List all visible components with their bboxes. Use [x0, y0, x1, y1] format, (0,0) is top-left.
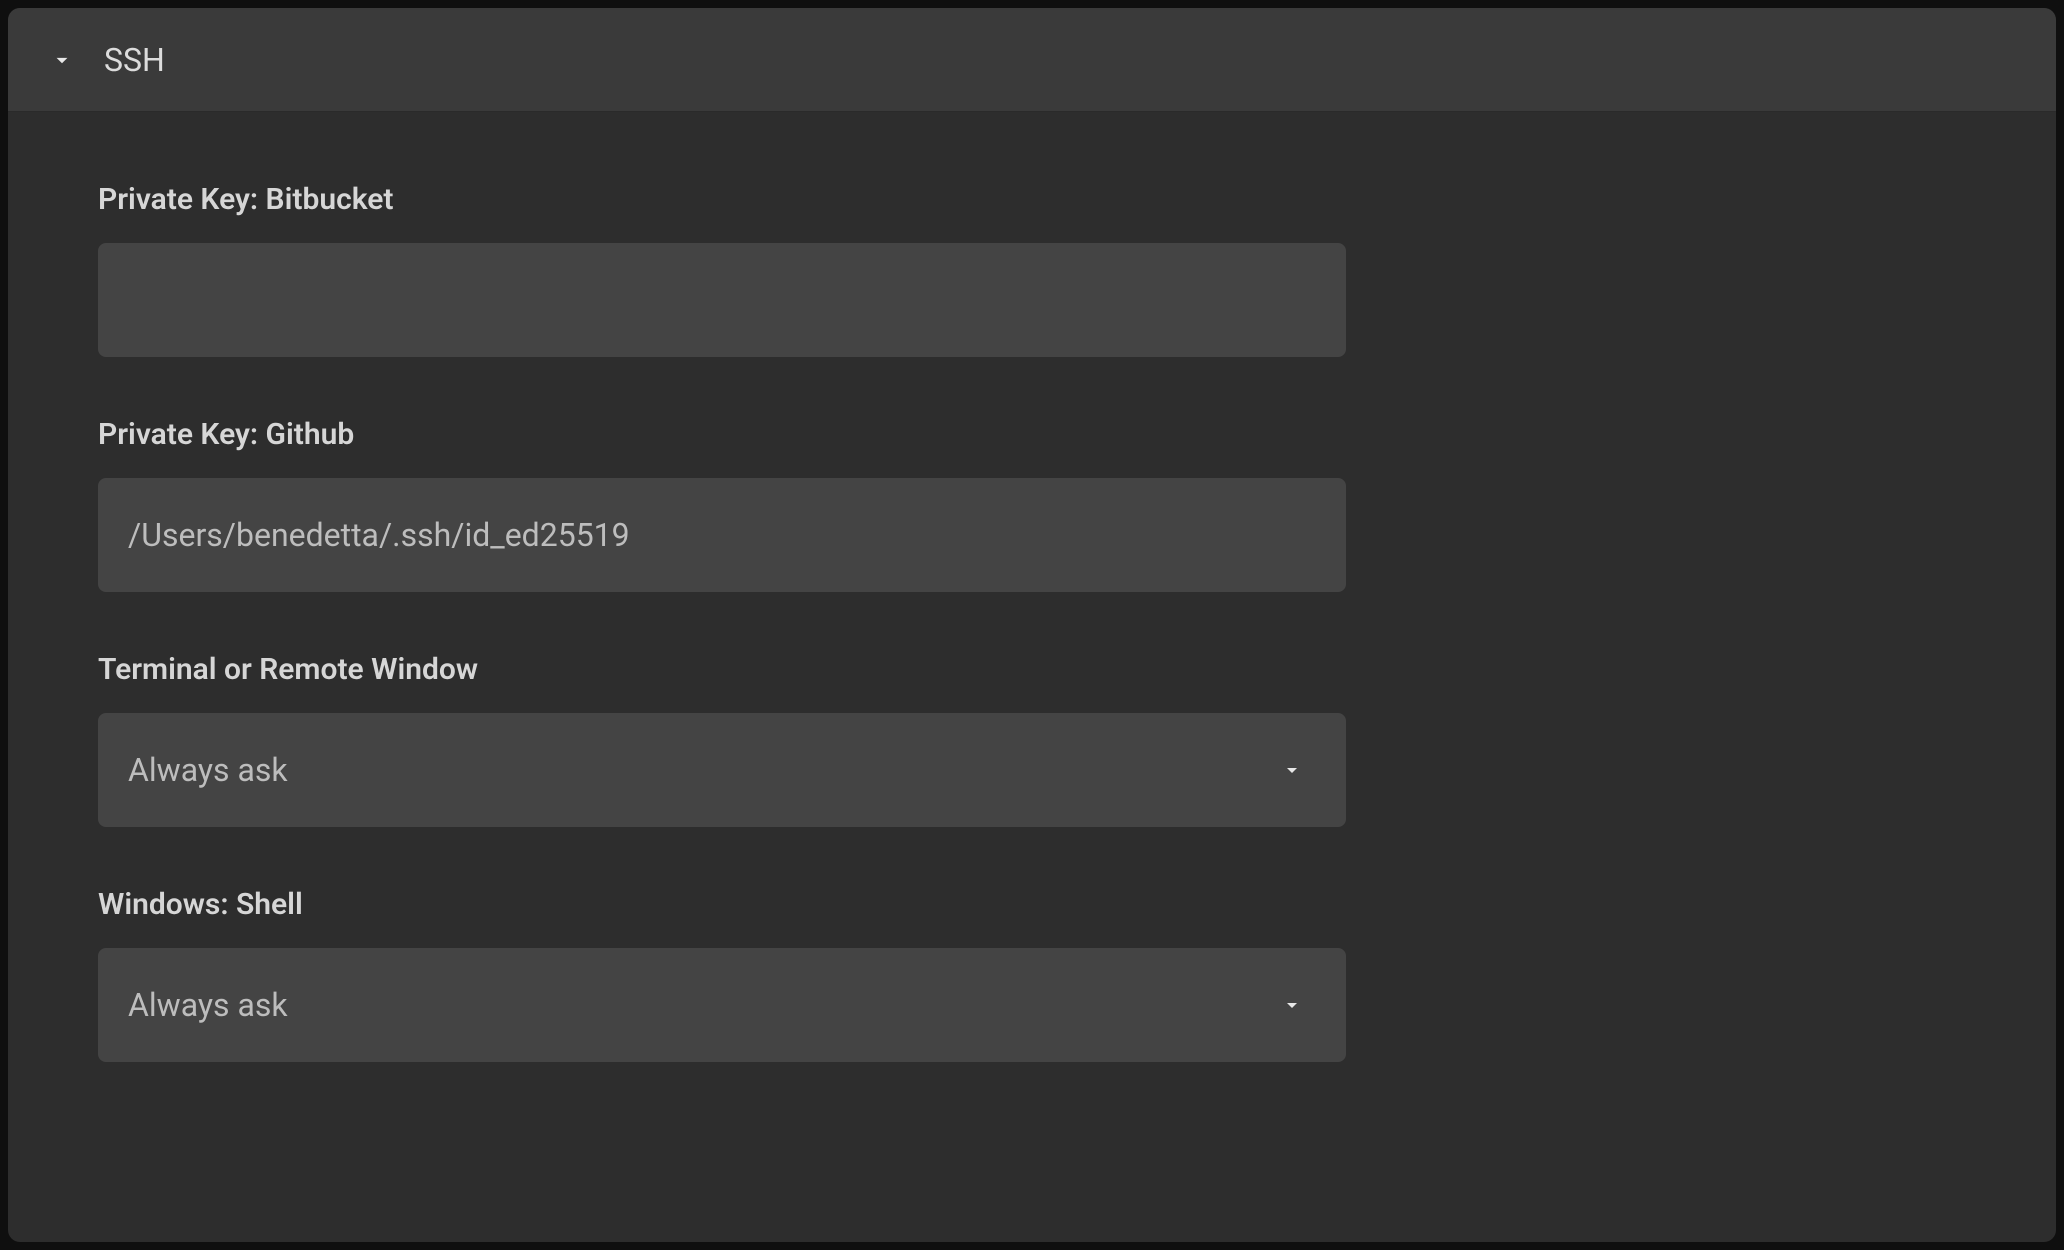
windows-shell-select-value: Always ask: [128, 986, 288, 1024]
private-key-bitbucket-label: Private Key: Bitbucket: [98, 182, 1966, 217]
private-key-github-label: Private Key: Github: [98, 417, 1966, 452]
terminal-remote-select-value: Always ask: [128, 751, 288, 789]
terminal-remote-field: Terminal or Remote Window Always ask: [98, 652, 1966, 827]
terminal-remote-select-wrap: Always ask: [98, 713, 1346, 827]
windows-shell-select-wrap: Always ask: [98, 948, 1346, 1062]
private-key-bitbucket-field: Private Key: Bitbucket: [98, 182, 1966, 357]
ssh-section-header[interactable]: SSH: [8, 8, 2056, 112]
terminal-remote-select[interactable]: Always ask: [98, 713, 1346, 827]
windows-shell-label: Windows: Shell: [98, 887, 1966, 922]
private-key-github-field: Private Key: Github: [98, 417, 1966, 592]
chevron-down-icon: [48, 46, 76, 74]
settings-panel: SSH Private Key: Bitbucket Private Key: …: [8, 8, 2056, 1242]
section-title: SSH: [104, 41, 165, 79]
terminal-remote-label: Terminal or Remote Window: [98, 652, 1966, 687]
ssh-section-body: Private Key: Bitbucket Private Key: Gith…: [8, 112, 2056, 1162]
private-key-github-input[interactable]: [98, 478, 1346, 592]
windows-shell-select[interactable]: Always ask: [98, 948, 1346, 1062]
private-key-bitbucket-input[interactable]: [98, 243, 1346, 357]
windows-shell-field: Windows: Shell Always ask: [98, 887, 1966, 1062]
